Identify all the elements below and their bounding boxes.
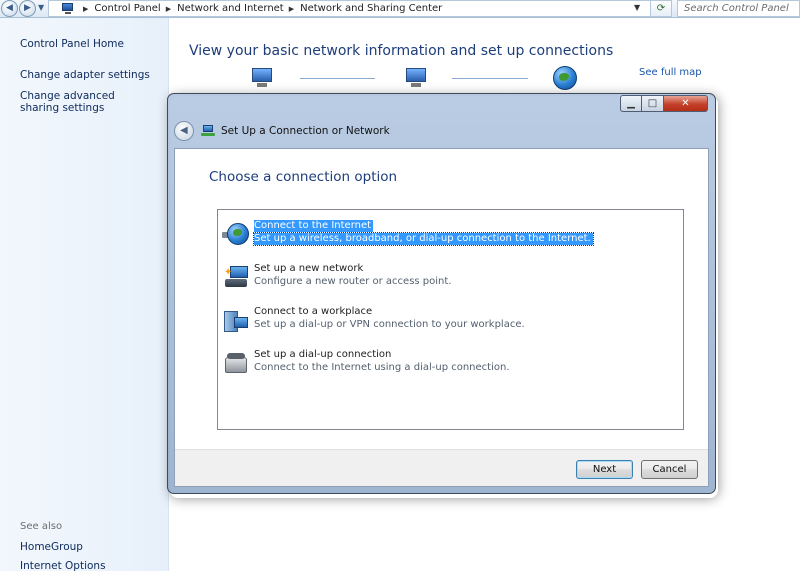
see-also-label: See also — [20, 521, 63, 532]
maximize-icon: □ — [647, 98, 658, 109]
forward-arrow-icon: ▶ — [24, 3, 31, 13]
connection-line — [300, 78, 375, 79]
option-set-up-dial-up[interactable]: Set up a dial-up connection Connect to t… — [222, 349, 682, 379]
computer-icon — [248, 66, 276, 90]
cancel-button[interactable]: Cancel — [641, 460, 698, 479]
breadcrumb-control-panel[interactable]: Control Panel — [94, 3, 160, 14]
next-button[interactable]: Next — [576, 460, 633, 479]
option-title: Set up a dial-up connection — [254, 349, 392, 360]
network-icon — [402, 66, 430, 90]
back-arrow-icon: ◀ — [180, 125, 188, 136]
option-title: Set up a new network — [254, 263, 364, 274]
network-setup-icon — [201, 125, 215, 137]
back-arrow-icon: ◀ — [6, 3, 13, 13]
breadcrumb-separator-icon[interactable]: ▶ — [83, 5, 88, 13]
dialog-heading: Choose a connection option — [209, 169, 398, 185]
page-title: View your basic network information and … — [189, 43, 614, 59]
breadcrumb-network-and-internet[interactable]: Network and Internet — [177, 3, 284, 14]
workplace-icon — [222, 308, 250, 334]
connection-option-list[interactable]: Connect to the Internet Set up a wireles… — [217, 209, 684, 430]
option-title: Connect to the Internet — [254, 220, 374, 232]
refresh-icon: ⟳ — [656, 3, 666, 14]
internet-options-link[interactable]: Internet Options — [20, 560, 106, 571]
phone-icon — [222, 351, 250, 377]
search-input[interactable]: Search Control Panel — [677, 0, 800, 17]
minimize-button[interactable]: ▁ — [620, 95, 642, 112]
dialog-title-bar: ◀ Set Up a Connection or Network — [174, 121, 390, 141]
setup-connection-dialog: ▁ □ ✕ ◀ Set Up a Connection or Network C… — [167, 93, 716, 494]
close-icon: ✕ — [681, 98, 690, 109]
dialog-footer: Next Cancel — [175, 449, 708, 486]
option-connect-to-internet[interactable]: Connect to the Internet Set up a wireles… — [222, 220, 682, 250]
dialog-title: Set Up a Connection or Network — [221, 125, 390, 137]
router-icon: ✦ — [222, 265, 250, 291]
minimize-icon: ▁ — [627, 98, 635, 109]
connection-line — [452, 78, 528, 79]
option-description: Configure a new router or access point. — [254, 276, 452, 287]
option-set-up-new-network[interactable]: ✦ Set up a new network Configure a new r… — [222, 263, 682, 293]
option-description: Set up a dial-up or VPN connection to yo… — [254, 319, 525, 330]
option-description: Connect to the Internet using a dial-up … — [254, 362, 510, 373]
task-pane: Control Panel Home Change adapter settin… — [0, 18, 169, 571]
change-advanced-sharing-settings-link[interactable]: Change advanced sharing settings — [20, 90, 150, 114]
back-button[interactable]: ◀ — [1, 0, 18, 17]
option-title: Connect to a workplace — [254, 306, 373, 317]
address-bar: ◀ ▶ ▼ ▶ Control Panel ▶ Network and Inte… — [0, 0, 800, 18]
homegroup-link[interactable]: HomeGroup — [20, 541, 83, 553]
refresh-button[interactable]: ⟳ — [650, 0, 672, 17]
close-button[interactable]: ✕ — [664, 95, 708, 112]
breadcrumb-separator-icon[interactable]: ▶ — [166, 5, 171, 13]
maximize-button[interactable]: □ — [642, 95, 664, 112]
breadcrumb-separator-icon[interactable]: ▶ — [289, 5, 294, 13]
control-panel-home-link[interactable]: Control Panel Home — [20, 38, 124, 50]
dialog-back-button[interactable]: ◀ — [174, 121, 194, 141]
window-controls: ▁ □ ✕ — [620, 95, 708, 112]
globe-icon — [222, 222, 250, 248]
option-description: Set up a wireless, broadband, or dial-up… — [253, 232, 594, 246]
internet-globe-icon — [551, 66, 579, 90]
breadcrumb-network-and-sharing-center[interactable]: Network and Sharing Center — [300, 3, 442, 14]
option-connect-to-workplace[interactable]: Connect to a workplace Set up a dial-up … — [222, 306, 682, 336]
see-full-map-link[interactable]: See full map — [639, 67, 702, 78]
address-dropdown-icon[interactable]: ▼ — [634, 3, 640, 12]
breadcrumb[interactable]: ▶ Control Panel ▶ Network and Internet ▶… — [48, 0, 668, 17]
dialog-content: Choose a connection option Connect to th… — [174, 148, 709, 487]
recent-pages-dropdown-icon[interactable]: ▼ — [38, 3, 44, 12]
control-panel-icon — [61, 2, 75, 15]
change-adapter-settings-link[interactable]: Change adapter settings — [20, 69, 150, 81]
forward-button[interactable]: ▶ — [19, 0, 36, 17]
